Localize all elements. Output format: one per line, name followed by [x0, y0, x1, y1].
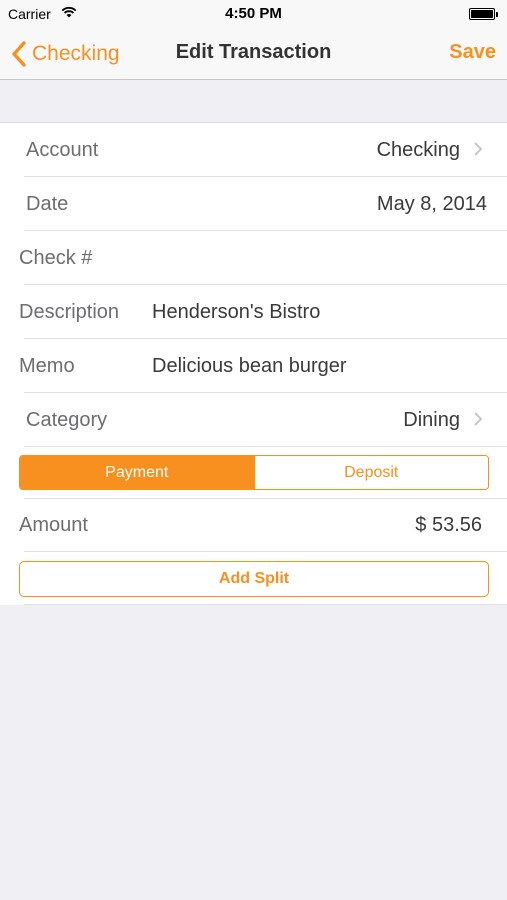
amount-row[interactable]: Amount $ 53.56	[0, 498, 507, 552]
category-label: Category	[26, 409, 108, 431]
category-row[interactable]: Category Dining	[0, 393, 507, 447]
date-label: Date	[26, 193, 69, 215]
date-value: May 8, 2014	[376, 193, 487, 215]
transaction-form: Account Checking Date May 8, 2014 Check …	[0, 122, 507, 605]
save-button[interactable]: Save	[449, 41, 496, 64]
date-row[interactable]: Date May 8, 2014	[0, 177, 507, 231]
description-label: Description	[19, 301, 120, 323]
memo-row[interactable]: Memo Delicious bean burger	[0, 339, 507, 393]
account-row[interactable]: Account Checking	[0, 123, 507, 177]
description-row[interactable]: Description Henderson's Bistro	[0, 285, 507, 339]
status-time: 4:50 PM	[225, 5, 282, 22]
navigation-bar: Checking Edit Transaction Save	[0, 28, 507, 80]
payment-type-segmented-control: Payment Deposit	[19, 455, 489, 490]
chevron-right-icon	[474, 142, 483, 156]
amount-field[interactable]: $ 53.56	[415, 514, 482, 537]
divider	[24, 604, 507, 605]
memo-label: Memo	[19, 355, 75, 377]
account-value: Checking	[376, 139, 460, 161]
account-label: Account	[26, 139, 99, 161]
description-field[interactable]: Henderson's Bistro	[152, 301, 320, 324]
segment-deposit[interactable]: Deposit	[253, 456, 488, 489]
check-number-row[interactable]: Check #	[0, 231, 507, 285]
add-split-button[interactable]: Add Split	[19, 561, 489, 597]
page-title: Edit Transaction	[175, 41, 332, 63]
chevron-right-icon	[474, 412, 483, 426]
memo-field[interactable]: Delicious bean burger	[152, 355, 347, 378]
segment-payment[interactable]: Payment	[20, 456, 254, 489]
screen: Carrier 4:50 PM Checking Edit Transactio…	[0, 0, 507, 900]
category-value: Dining	[403, 409, 460, 431]
battery-icon	[469, 8, 498, 20]
status-bar: Carrier 4:50 PM	[0, 0, 507, 28]
amount-label: Amount	[19, 514, 88, 536]
check-number-label: Check #	[19, 247, 93, 269]
